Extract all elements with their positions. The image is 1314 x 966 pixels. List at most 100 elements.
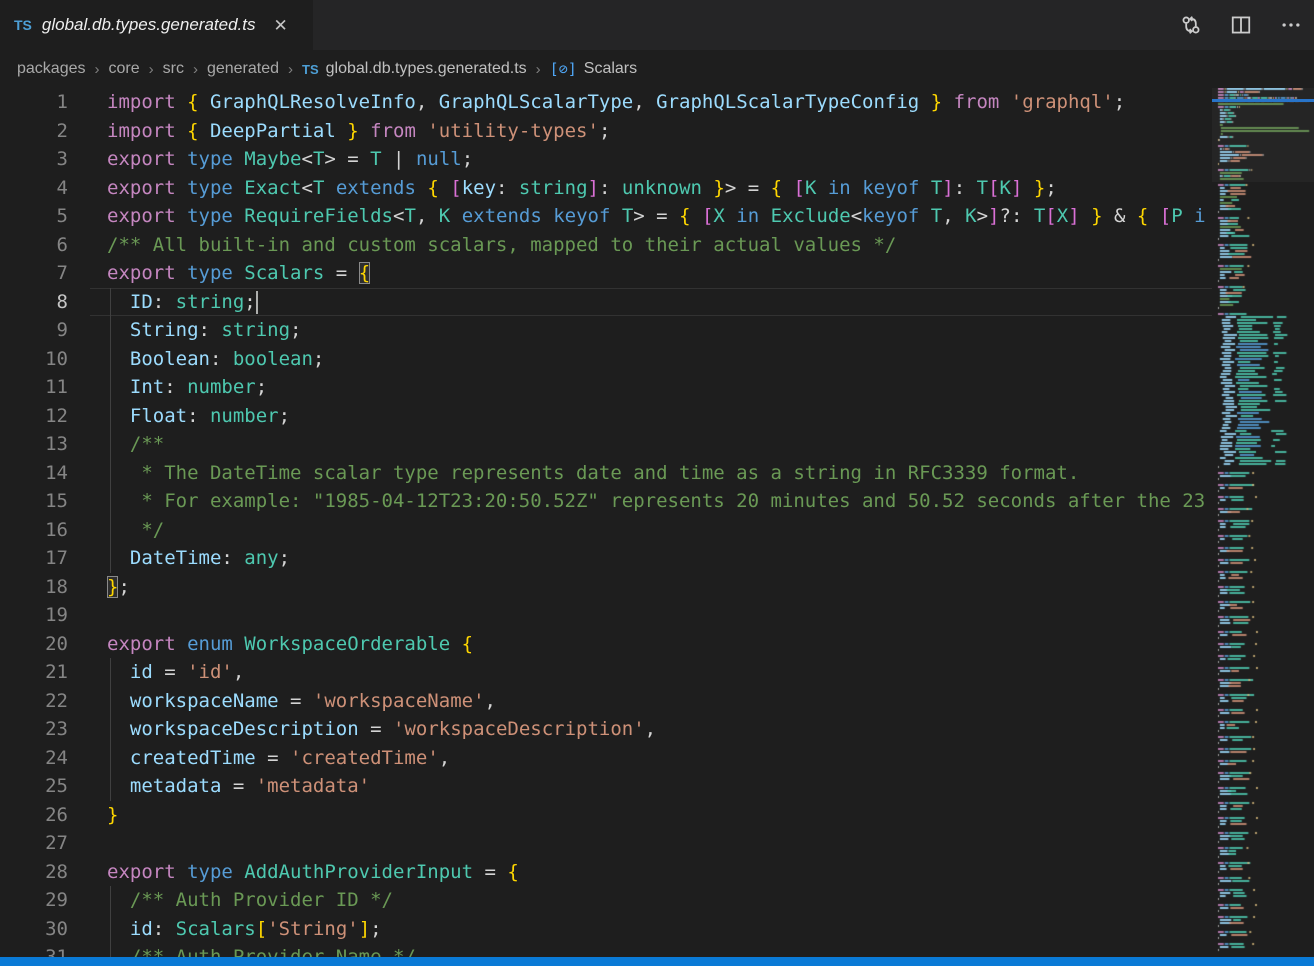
line-number[interactable]: 15 [0, 487, 68, 516]
line-number[interactable]: 9 [0, 316, 68, 345]
breadcrumb-separator: › [288, 61, 293, 78]
line-number[interactable]: 31 [0, 943, 68, 957]
close-tab-icon[interactable]: ✕ [270, 14, 292, 37]
breadcrumb-item-packages[interactable]: packages [17, 60, 86, 78]
line-number[interactable]: 1 [0, 88, 68, 117]
line-number[interactable]: 27 [0, 829, 68, 858]
code-text: metadata = 'metadata' [107, 772, 370, 801]
line-number[interactable]: 13 [0, 430, 68, 459]
line-number[interactable]: 17 [0, 544, 68, 573]
line-number[interactable]: 26 [0, 801, 68, 830]
code-line[interactable]: 8 ID: string; [0, 288, 1212, 317]
line-number[interactable]: 7 [0, 259, 68, 288]
line-number[interactable]: 5 [0, 202, 68, 231]
line-number[interactable]: 6 [0, 231, 68, 260]
code-line[interactable]: 26} [0, 801, 1212, 830]
code-line[interactable]: 16 */ [0, 516, 1212, 545]
line-number[interactable]: 8 [0, 288, 68, 317]
breadcrumb-item-generated[interactable]: generated [207, 60, 279, 78]
breadcrumb-item-core[interactable]: core [109, 60, 140, 78]
code-line[interactable]: 23 workspaceDescription = 'workspaceDesc… [0, 715, 1212, 744]
split-editor-icon[interactable] [1228, 12, 1254, 38]
code-text: import { DeepPartial } from 'utility-typ… [107, 117, 610, 146]
line-number[interactable]: 21 [0, 658, 68, 687]
code-line[interactable]: 21 id = 'id', [0, 658, 1212, 687]
code-line[interactable]: 10 Boolean: boolean; [0, 345, 1212, 374]
code-line[interactable]: 20export enum WorkspaceOrderable { [0, 630, 1212, 659]
code-line[interactable]: 1 import { GraphQLResolveInfo, GraphQLSca… [0, 88, 1212, 117]
code-text: workspaceDescription = 'workspaceDescrip… [107, 715, 656, 744]
line-number[interactable]: 2 [0, 117, 68, 146]
breadcrumb-label: core [109, 60, 140, 78]
code-editor[interactable]: 1 import { GraphQLResolveInfo, GraphQLSca… [0, 88, 1212, 957]
code-line[interactable]: 7export type Scalars = { [0, 259, 1212, 288]
line-number[interactable]: 20 [0, 630, 68, 659]
code-text: } [107, 801, 118, 830]
code-text: Float: number; [107, 402, 290, 431]
line-number[interactable]: 25 [0, 772, 68, 801]
line-number[interactable]: 23 [0, 715, 68, 744]
line-number[interactable]: 30 [0, 915, 68, 944]
code-line[interactable]: 30 id: Scalars['String']; [0, 915, 1212, 944]
code-line[interactable]: 14 * The DateTime scalar type represents… [0, 459, 1212, 488]
line-number[interactable]: 19 [0, 601, 68, 630]
code-line[interactable]: 9 String: string; [0, 316, 1212, 345]
code-line[interactable]: 22 workspaceName = 'workspaceName', [0, 687, 1212, 716]
code-line[interactable]: 3 export type Maybe<T> = T | null; [0, 145, 1212, 174]
code-line[interactable]: 19 [0, 601, 1212, 630]
breadcrumb-item-scalars[interactable]: [⊘]Scalars [550, 60, 637, 78]
typescript-file-icon: TS [14, 17, 32, 33]
minimap-canvas [1212, 88, 1314, 957]
breadcrumb-item-global-db-types-generated-ts[interactable]: TSglobal.db.types.generated.ts [302, 60, 527, 78]
tab-label: global.db.types.generated.ts [42, 15, 256, 35]
code-text: * The DateTime scalar type represents da… [107, 459, 1079, 488]
code-text: ID: string; [107, 288, 256, 317]
code-text: id: Scalars['String']; [107, 915, 382, 944]
code-line[interactable]: 24 createdTime = 'createdTime', [0, 744, 1212, 773]
code-text: /** All built-in and custom scalars, map… [107, 231, 896, 260]
code-text: export type Maybe<T> = T | null; [107, 145, 473, 174]
code-line[interactable]: 29 /** Auth Provider ID */ [0, 886, 1212, 915]
code-text: import { GraphQLResolveInfo, GraphQLScal… [107, 88, 1125, 117]
code-line[interactable]: 2 import { DeepPartial } from 'utility-ty… [0, 117, 1212, 146]
line-number[interactable]: 22 [0, 687, 68, 716]
code-line[interactable]: 5export type RequireFields<T, K extends … [0, 202, 1212, 231]
line-number[interactable]: 12 [0, 402, 68, 431]
code-line[interactable]: 18}; [0, 573, 1212, 602]
open-changes-icon[interactable] [1178, 12, 1204, 38]
line-number[interactable]: 11 [0, 373, 68, 402]
line-number[interactable]: 16 [0, 516, 68, 545]
tab-global-db-types-generated-ts[interactable]: TS global.db.types.generated.ts ✕ [0, 0, 313, 50]
line-number[interactable]: 3 [0, 145, 68, 174]
breadcrumb-separator: › [536, 61, 541, 78]
code-line[interactable]: 13 /** [0, 430, 1212, 459]
line-number[interactable]: 4 [0, 174, 68, 203]
code-line[interactable]: 31 /** Auth Provider Name */ [0, 943, 1212, 957]
code-text: Boolean: boolean; [107, 345, 324, 374]
line-number[interactable]: 29 [0, 886, 68, 915]
code-text: }; [107, 573, 130, 602]
code-text: /** Auth Provider Name */ [107, 943, 416, 957]
breadcrumbs: packages›core›src›generated›TSglobal.db.… [0, 50, 1314, 88]
breadcrumb-label: src [163, 60, 184, 78]
code-line[interactable]: 25 metadata = 'metadata' [0, 772, 1212, 801]
code-line[interactable]: 12 Float: number; [0, 402, 1212, 431]
line-number[interactable]: 18 [0, 573, 68, 602]
breadcrumb-separator: › [95, 61, 100, 78]
breadcrumb-label: global.db.types.generated.ts [326, 60, 527, 78]
code-line[interactable]: 28export type AddAuthProviderInput = { [0, 858, 1212, 887]
code-line[interactable]: 15 * For example: "1985-04-12T23:20:50.5… [0, 487, 1212, 516]
line-number[interactable]: 28 [0, 858, 68, 887]
minimap-slider[interactable] [1212, 88, 1314, 182]
code-line[interactable]: 4export type Exact<T extends { [key: str… [0, 174, 1212, 203]
line-number[interactable]: 24 [0, 744, 68, 773]
minimap[interactable] [1212, 88, 1314, 957]
line-number[interactable]: 10 [0, 345, 68, 374]
code-line[interactable]: 17 DateTime: any; [0, 544, 1212, 573]
code-line[interactable]: 6 /** All built-in and custom scalars, ma… [0, 231, 1212, 260]
breadcrumb-item-src[interactable]: src [163, 60, 184, 78]
code-line[interactable]: 11 Int: number; [0, 373, 1212, 402]
line-number[interactable]: 14 [0, 459, 68, 488]
more-actions-icon[interactable] [1278, 12, 1304, 38]
code-line[interactable]: 27 [0, 829, 1212, 858]
